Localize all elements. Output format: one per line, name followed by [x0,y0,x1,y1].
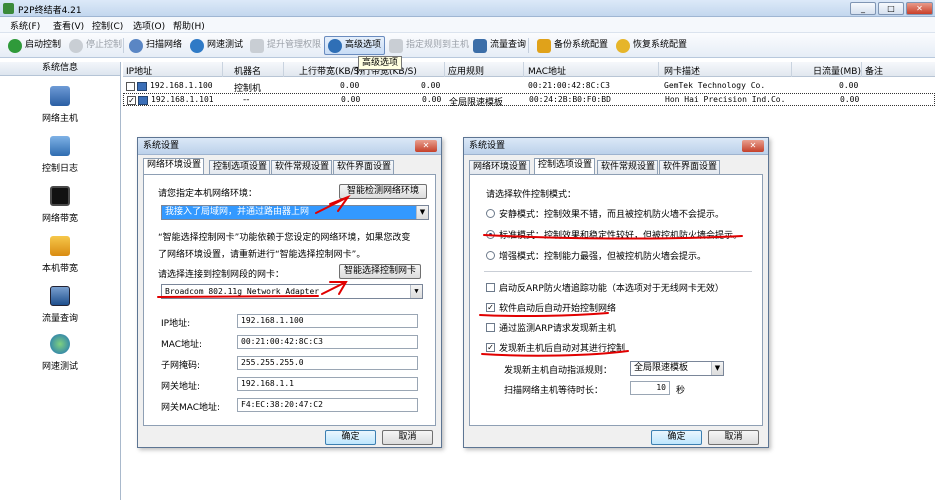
tab-control-options[interactable]: 控制选项设置 [534,158,595,174]
annotation-underline [479,312,609,318]
annotation-underline [483,234,743,240]
annotation-arrow [315,194,351,214]
tooltip: 高级选项 [358,56,403,70]
tab-network-env[interactable]: 网络环境设置 [143,158,204,174]
annotation-arrow [321,281,348,295]
annotation-underline [157,295,319,298]
annotation-underline [481,350,629,357]
annotation-layer [157,194,743,357]
